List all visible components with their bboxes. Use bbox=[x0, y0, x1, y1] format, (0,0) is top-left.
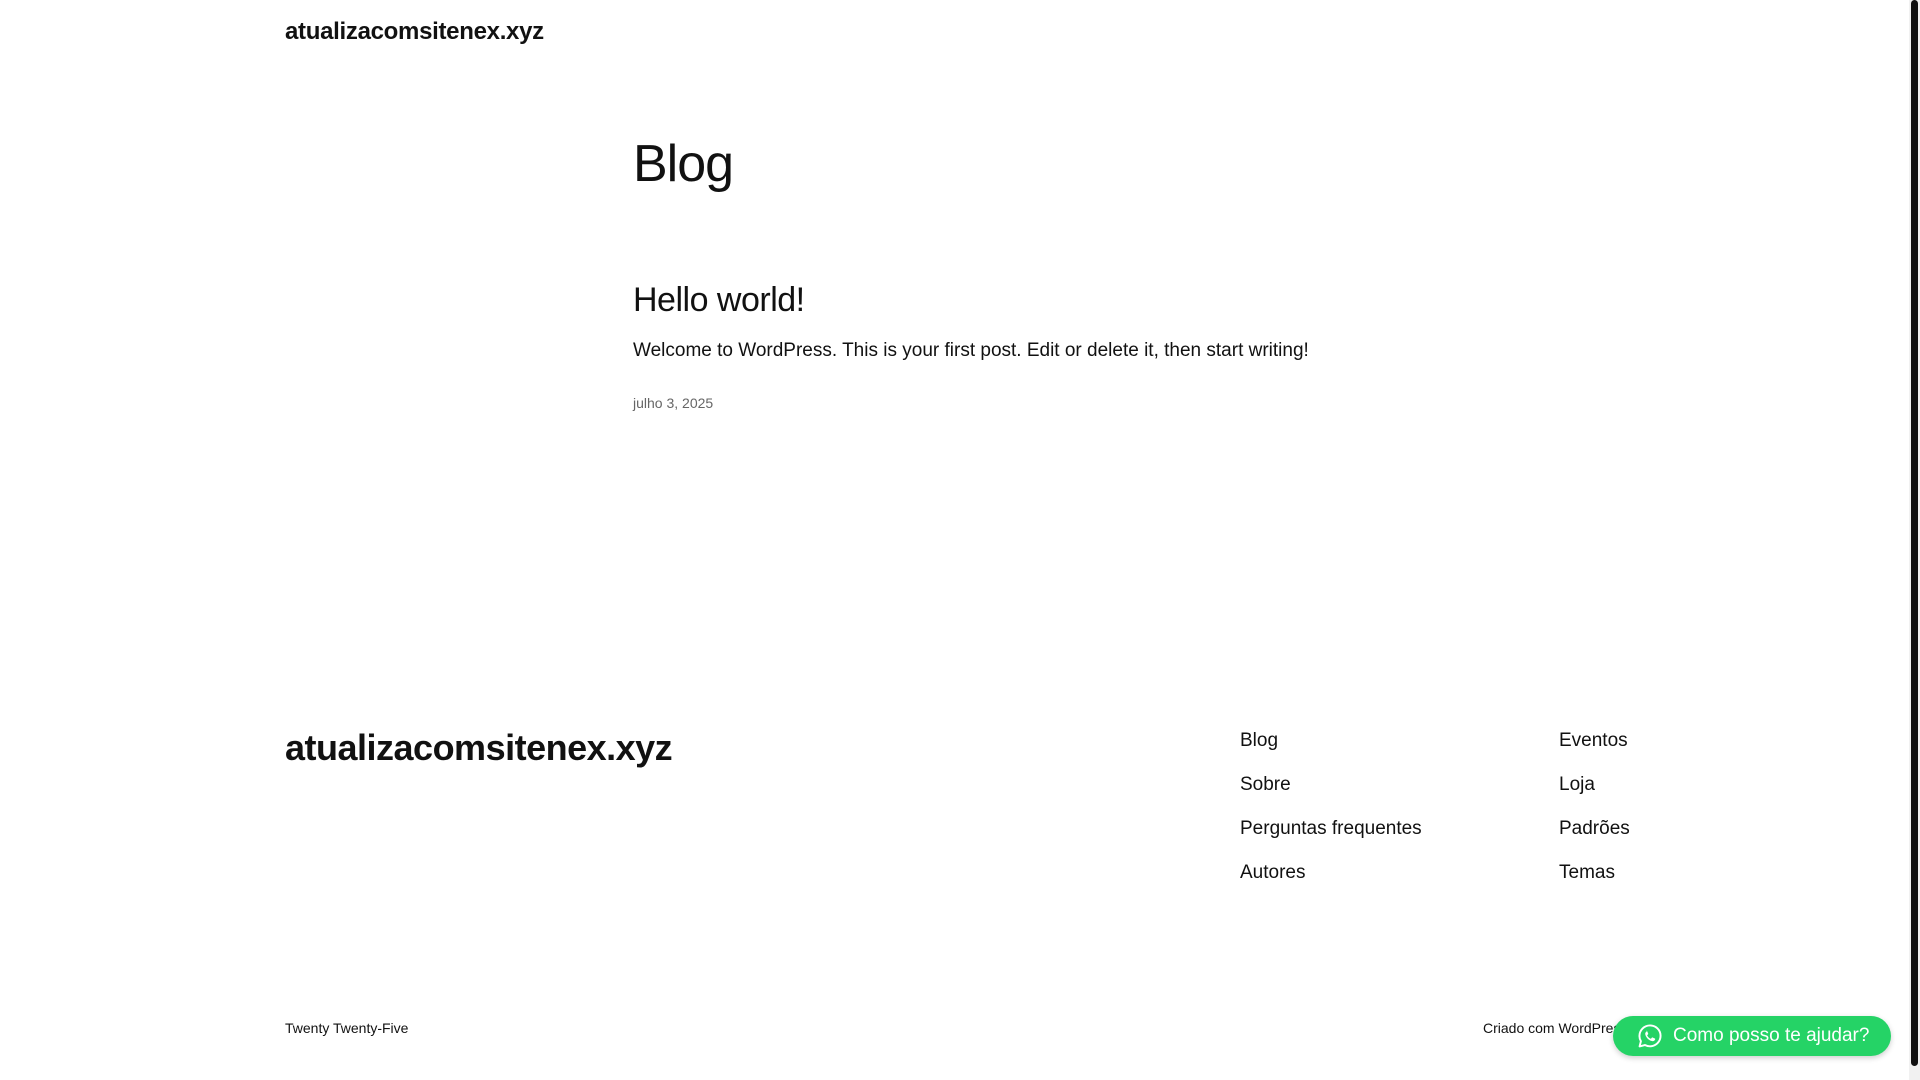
footer-link-autores[interactable]: Autores bbox=[1240, 862, 1422, 906]
whatsapp-icon bbox=[1638, 1024, 1662, 1048]
footer-link-sobre[interactable]: Sobre bbox=[1240, 774, 1422, 818]
header-site-title-link[interactable]: atualizacomsitenex.xyz bbox=[285, 18, 544, 46]
footer-site-title[interactable]: atualizacomsitenex.xyz bbox=[285, 727, 673, 769]
footer-link-padroes[interactable]: Padrões bbox=[1559, 818, 1630, 862]
footer-link-loja[interactable]: Loja bbox=[1559, 774, 1630, 818]
scrollbar-thumb[interactable] bbox=[1911, 0, 1918, 1066]
page: atualizacomsitenex.xyz Blog Hello world!… bbox=[0, 0, 1920, 1080]
post-title-link[interactable]: Hello world! bbox=[633, 280, 805, 321]
footer-nav-column-2: Eventos Loja Padrões Temas bbox=[1559, 730, 1630, 906]
whatsapp-button-label: Como posso te ajudar? bbox=[1673, 1025, 1870, 1046]
footer-link-eventos[interactable]: Eventos bbox=[1559, 730, 1630, 774]
footer-link-perguntas-frequentes[interactable]: Perguntas frequentes bbox=[1240, 818, 1422, 862]
scrollbar-track[interactable] bbox=[1909, 0, 1920, 1080]
page-title: Blog bbox=[633, 135, 734, 193]
whatsapp-chat-button[interactable]: Como posso te ajudar? bbox=[1613, 1016, 1891, 1056]
wordpress-credit[interactable]: Criado com WordPress bbox=[1483, 1020, 1627, 1036]
post-date: julho 3, 2025 bbox=[633, 395, 714, 411]
footer-nav-column-1: Blog Sobre Perguntas frequentes Autores bbox=[1240, 730, 1422, 906]
theme-credit[interactable]: Twenty Twenty-Five bbox=[285, 1020, 408, 1036]
footer-link-blog[interactable]: Blog bbox=[1240, 730, 1422, 774]
footer-link-temas[interactable]: Temas bbox=[1559, 862, 1630, 906]
post-excerpt: Welcome to WordPress. This is your first… bbox=[633, 340, 1309, 361]
